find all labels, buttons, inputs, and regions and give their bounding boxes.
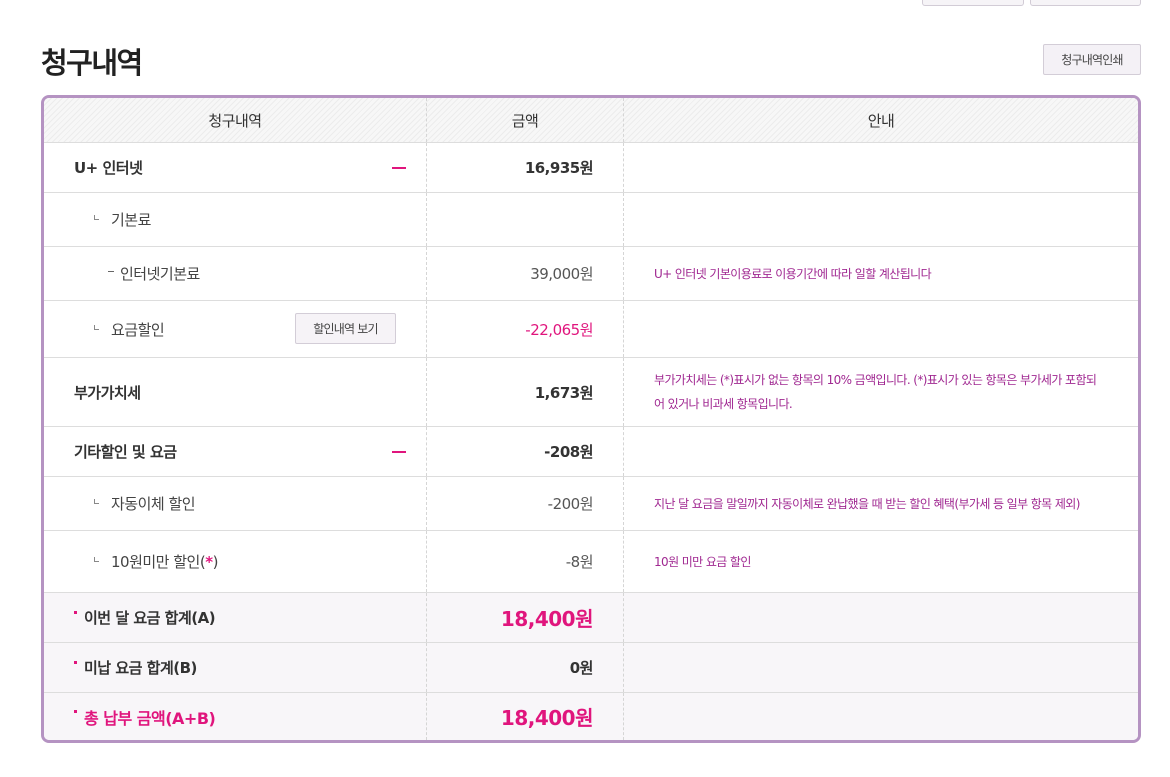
internet-basic-label: 인터넷기본료 <box>120 265 200 283</box>
month-total-amount: 18,400원 <box>500 607 594 631</box>
top-action-button-2[interactable] <box>1030 0 1141 6</box>
internet-label: U+ 인터넷 <box>74 159 143 177</box>
under10-label: 10원미만 할인(*) <box>111 553 218 571</box>
header-item: 청구내역 <box>208 111 262 130</box>
bullet-icon <box>74 710 77 713</box>
vat-label: 부가가치세 <box>74 383 141 402</box>
sub-item-corner-icon <box>94 215 99 220</box>
collapse-internet-icon[interactable] <box>392 166 406 169</box>
month-total-label: 이번 달 요금 합계(A) <box>84 609 216 627</box>
table-row-internet: U+ 인터넷 16,935원 <box>44 143 1138 193</box>
collapse-other-icon[interactable] <box>392 450 406 453</box>
table-row-month-total: 이번 달 요금 합계(A) 18,400원 <box>44 593 1138 643</box>
table-row-internet-basic: 인터넷기본료 39,000원 U+ 인터넷 기본이용료로 이용기간에 따라 일할… <box>44 247 1138 301</box>
grand-total-label: 총 납부 금액(A+B) <box>84 708 216 728</box>
bill-table: 청구내역 금액 안내 U+ 인터넷 16,935원 기본료 인터넷기본료 39,… <box>41 95 1141 743</box>
tax-exempt-star-icon: * <box>205 553 213 571</box>
sub-sub-item-dash-icon <box>108 271 114 272</box>
sub-item-corner-icon <box>94 324 99 330</box>
grand-total-amount: 18,400원 <box>500 706 594 730</box>
top-action-button-1[interactable] <box>922 0 1024 6</box>
table-row-grand-total: 총 납부 금액(A+B) 18,400원 <box>44 693 1138 740</box>
bullet-icon <box>74 611 77 614</box>
discount-label: 요금할인 <box>111 320 165 339</box>
unpaid-total-amount: 0원 <box>569 659 594 677</box>
table-row-autopay: 자동이체 할인 -200원 지난 달 요금을 말일까지 자동이체로 완납했을 때… <box>44 477 1138 531</box>
view-discount-details-button[interactable]: 할인내역 보기 <box>295 313 396 344</box>
sub-item-corner-icon <box>94 499 99 504</box>
table-row-discount: 요금할인 할인내역 보기 -22,065원 <box>44 301 1138 358</box>
table-row-under10: 10원미만 할인(*) -8원 10원 미만 요금 할인 <box>44 531 1138 593</box>
table-row-vat: 부가가치세 1,673원 부가가치세는 (*)표시가 없는 항목의 10% 금액… <box>44 358 1138 427</box>
print-bill-button[interactable]: 청구내역인쇄 <box>1043 44 1141 75</box>
discount-amount: -22,065원 <box>525 320 593 339</box>
header-info: 안내 <box>623 98 1138 142</box>
table-header: 청구내역 금액 안내 <box>44 98 1138 143</box>
internet-amount: 16,935원 <box>524 159 594 177</box>
table-row-other: 기타할인 및 요금 -208원 <box>44 427 1138 477</box>
internet-basic-note: U+ 인터넷 기본이용료로 이용기간에 따라 일할 계산됩니다 <box>654 266 932 281</box>
table-row-unpaid-total: 미납 요금 합계(B) 0원 <box>44 643 1138 693</box>
autopay-note: 지난 달 요금을 말일까지 자동이체로 완납했을 때 받는 할인 혜택(부가세 … <box>654 496 1080 511</box>
vat-note: 부가가치세는 (*)표시가 없는 항목의 10% 금액입니다. (*)표시가 있… <box>654 373 1097 411</box>
unpaid-total-label: 미납 요금 합계(B) <box>84 659 197 677</box>
under10-note: 10원 미만 요금 할인 <box>654 554 751 569</box>
bullet-icon <box>74 661 77 664</box>
header-amount: 금액 <box>426 98 623 142</box>
sub-item-corner-icon <box>94 557 99 562</box>
under10-amount: -8원 <box>565 553 594 571</box>
other-label: 기타할인 및 요금 <box>74 443 177 461</box>
table-row-basic-fee: 기본료 <box>44 193 1138 247</box>
page-title: 청구내역 <box>41 46 143 80</box>
basic-fee-label: 기본료 <box>111 211 151 229</box>
autopay-amount: -200원 <box>547 495 594 513</box>
autopay-label: 자동이체 할인 <box>111 495 196 513</box>
vat-amount: 1,673원 <box>534 383 594 402</box>
other-amount: -208원 <box>544 443 593 461</box>
internet-basic-amount: 39,000원 <box>530 265 593 283</box>
